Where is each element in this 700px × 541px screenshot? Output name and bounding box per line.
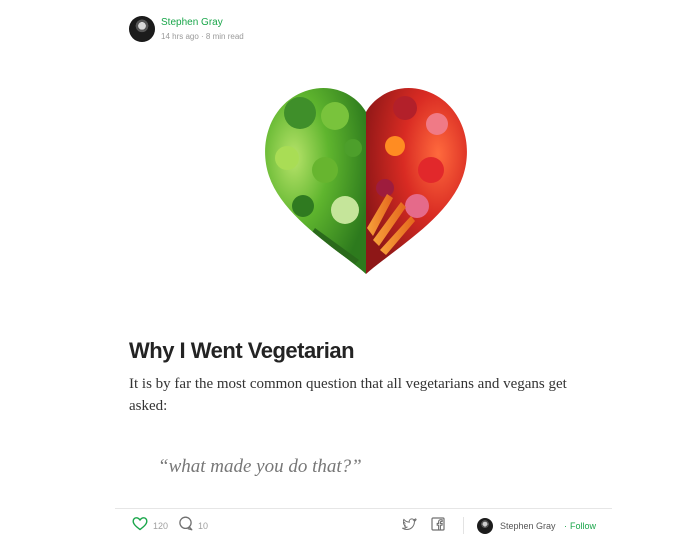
post-meta: 14 hrs ago · 8 min read bbox=[161, 32, 244, 41]
post-action-bar: 120 10 Stephen Gray · Follow bbox=[115, 508, 612, 541]
facebook-icon bbox=[431, 516, 445, 536]
footer-author-avatar[interactable] bbox=[477, 518, 493, 534]
comment-count: 10 bbox=[198, 521, 209, 531]
article-title: Why I Went Vegetarian bbox=[129, 338, 355, 363]
article-body: It is by far the most common question th… bbox=[129, 376, 567, 414]
author-avatar[interactable] bbox=[129, 16, 155, 42]
like-button[interactable]: 120 bbox=[132, 516, 169, 536]
footer-author-name[interactable]: Stephen Gray bbox=[500, 521, 556, 531]
comment-icon bbox=[178, 516, 193, 536]
vegetable-heart-image bbox=[265, 88, 467, 274]
separator-dot: · bbox=[564, 521, 567, 531]
like-count: 120 bbox=[153, 521, 169, 531]
heart-icon bbox=[132, 516, 148, 536]
share-facebook-button[interactable] bbox=[431, 516, 445, 536]
twitter-icon bbox=[401, 517, 418, 536]
action-divider bbox=[463, 517, 464, 534]
comment-button[interactable]: 10 bbox=[178, 516, 209, 536]
share-twitter-button[interactable] bbox=[401, 517, 418, 536]
follow-button[interactable]: Follow bbox=[570, 521, 596, 531]
pull-quote: “what made you do that?” bbox=[158, 456, 362, 477]
author-name[interactable]: Stephen Gray bbox=[161, 17, 223, 28]
hero-image-vegetable-heart bbox=[255, 78, 477, 278]
